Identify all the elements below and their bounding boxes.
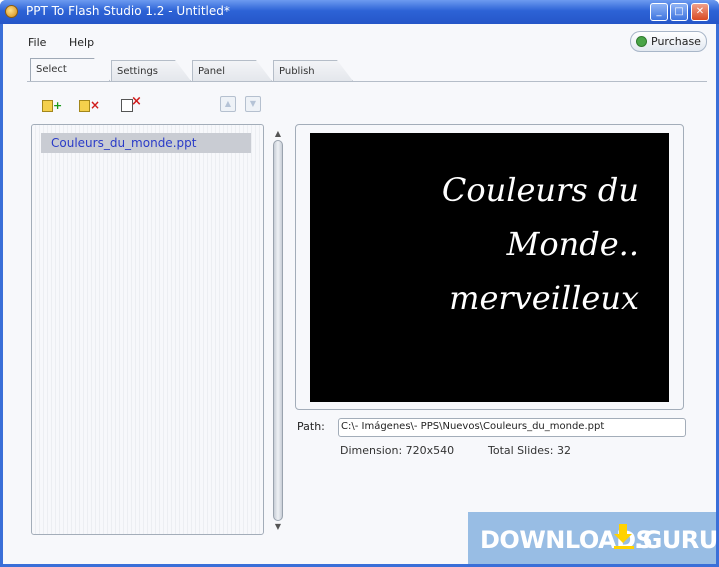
slide-canvas: Couleurs du Monde.. merveilleux [310, 133, 669, 402]
tab-divider [27, 81, 707, 82]
total-slides-text: Total Slides: 32 [488, 444, 571, 457]
download-bar-icon [614, 546, 634, 549]
slide-text-line-1: Couleurs du [441, 171, 639, 209]
purchase-label: Purchase [651, 35, 701, 48]
tab-settings[interactable]: Settings [111, 60, 191, 81]
move-up-button[interactable]: ▲ [220, 96, 236, 112]
menu-file[interactable]: File [28, 36, 46, 49]
watermark-logo: DOWNLOADS .GURU [468, 512, 718, 564]
clear-list-button[interactable] [119, 94, 142, 116]
tab-panel[interactable]: Panel [192, 60, 272, 81]
scroll-thumb[interactable] [273, 140, 283, 521]
remove-file-button[interactable] [77, 96, 100, 116]
download-icon [636, 36, 647, 47]
list-item[interactable]: Couleurs_du_monde.ppt [41, 133, 251, 153]
add-file-icon [42, 99, 62, 112]
slide-text-line-3: merveilleux [449, 279, 639, 317]
close-button[interactable]: ✕ [691, 3, 709, 21]
arrow-up-icon: ▲ [224, 99, 232, 108]
add-file-button[interactable] [40, 96, 62, 116]
tab-publish-label: Publish [279, 66, 315, 77]
path-field[interactable]: C:\- Imágenes\- PPS\Nuevos\Couleurs_du_m… [338, 418, 686, 437]
remove-file-icon [79, 98, 100, 112]
slide-text-line-2: Monde.. [506, 225, 639, 263]
clear-list-icon [121, 94, 142, 112]
move-down-button[interactable]: ▼ [245, 96, 261, 112]
slide-preview: Couleurs du Monde.. merveilleux [295, 124, 684, 410]
app-icon [5, 5, 18, 18]
arrow-down-icon: ▼ [249, 99, 257, 108]
menu-help[interactable]: Help [69, 36, 94, 49]
window-title: PPT To Flash Studio 1.2 - Untitled* [26, 4, 230, 18]
tab-select[interactable]: Select [30, 58, 110, 81]
tab-panel-label: Panel [198, 66, 225, 77]
client-area: File Help Purchase Select Settings Panel… [3, 24, 718, 564]
purchase-button[interactable]: Purchase [630, 31, 707, 52]
path-label: Path: [297, 420, 325, 433]
scroll-up-icon[interactable]: ▲ [272, 128, 284, 139]
tab-settings-label: Settings [117, 66, 159, 77]
file-list[interactable]: Couleurs_du_monde.ppt [31, 124, 264, 535]
tab-publish[interactable]: Publish [273, 60, 353, 81]
maximize-button[interactable]: □ [670, 3, 688, 21]
scroll-down-icon[interactable]: ▼ [272, 521, 284, 532]
tab-select-label: Select [36, 64, 67, 75]
minimize-button[interactable]: _ [650, 3, 668, 21]
app-window: PPT To Flash Studio 1.2 - Untitled* _ □ … [0, 0, 719, 567]
watermark-text-right: .GURU [634, 526, 718, 554]
dimension-text: Dimension: 720x540 [340, 444, 455, 457]
title-bar[interactable]: PPT To Flash Studio 1.2 - Untitled* _ □ … [0, 0, 719, 24]
vertical-scrollbar[interactable]: ▲ ▼ [272, 128, 284, 531]
